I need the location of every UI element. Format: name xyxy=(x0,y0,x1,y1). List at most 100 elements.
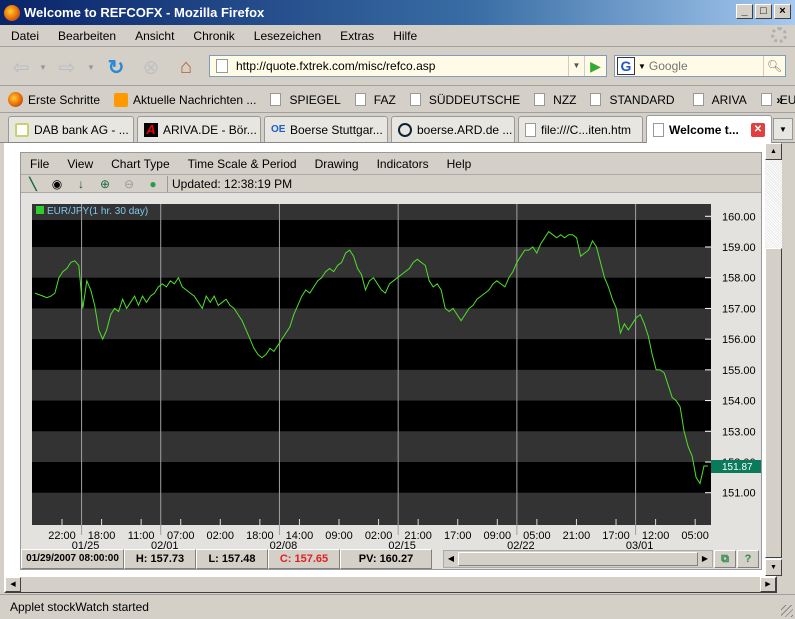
tab-welcome-refcofx[interactable]: Welcome t... ✕ xyxy=(646,115,772,143)
legend-swatch xyxy=(36,206,44,214)
page-icon xyxy=(760,93,772,106)
updated-time: Updated: 12:38:19 PM xyxy=(172,176,293,191)
search-input[interactable] xyxy=(648,59,763,73)
close-button[interactable]: × xyxy=(774,4,791,19)
live-status-icon: ● xyxy=(149,176,157,191)
tab-boerse-stuttgart[interactable]: OE Boerse Stuttgar... xyxy=(264,116,388,142)
bookmarks-overflow-button[interactable]: » xyxy=(776,93,783,107)
toolbar-separator xyxy=(167,175,168,192)
bookmark-spiegel[interactable]: SPIEGEL xyxy=(262,93,346,107)
navigation-toolbar: ⇦ ▼ ⇨ ▼ ↻ ⊗ ⌂ http://quote.fxtrek.com/mi… xyxy=(0,48,795,86)
page-horizontal-scrollbar[interactable]: ◀ ▶ xyxy=(4,576,777,593)
home-icon[interactable]: ⌂ xyxy=(173,55,199,79)
bookmark-label: STANDARD xyxy=(609,92,675,107)
bookmark-nachrichten[interactable]: Aktuelle Nachrichten ... xyxy=(106,92,262,107)
crosshair-icon[interactable]: ◉ xyxy=(45,177,69,191)
y-tick-label: 156.00 xyxy=(722,334,756,346)
menu-extras[interactable]: Extras xyxy=(329,29,382,43)
applet-menu-indicators[interactable]: Indicators xyxy=(368,157,438,171)
url-input[interactable]: http://quote.fxtrek.com/misc/refco.asp xyxy=(236,59,568,73)
y-tick-label: 154.00 xyxy=(722,396,756,408)
last-price-label: 151.87 xyxy=(722,462,753,473)
back-icon[interactable]: ⇦ xyxy=(8,55,34,79)
scroll-left-icon[interactable]: ◀ xyxy=(5,577,21,592)
google-engine-icon[interactable]: G xyxy=(617,57,635,75)
forward-history-dropdown[interactable]: ▼ xyxy=(84,55,98,79)
tab-close-icon[interactable]: ✕ xyxy=(751,122,765,137)
bookmark-label: SÜDDEUTSCHE xyxy=(428,92,521,107)
applet-menubar: File View Chart Type Time Scale & Period… xyxy=(21,153,761,175)
scroll-up-icon[interactable]: ▲ xyxy=(765,143,782,160)
scroll-down-icon[interactable]: ▼ xyxy=(765,559,782,576)
menu-lesezeichen[interactable]: Lesezeichen xyxy=(243,29,329,43)
applet-menu-drawing[interactable]: Drawing xyxy=(306,157,368,171)
bookmark-euwax[interactable]: EUWAX xyxy=(753,93,795,107)
menu-chronik[interactable]: Chronik xyxy=(182,29,242,43)
menu-hilfe[interactable]: Hilfe xyxy=(382,29,425,43)
zoom-out-icon[interactable]: ⊖ xyxy=(117,177,141,191)
applet-menu-help[interactable]: Help xyxy=(438,157,481,171)
applet-menu-time-scale[interactable]: Time Scale & Period xyxy=(179,157,306,171)
bar-pv: PV: 160.27 xyxy=(340,549,432,569)
stockwatch-applet: File View Chart Type Time Scale & Period… xyxy=(20,152,762,570)
page-icon xyxy=(692,93,704,106)
maximize-button[interactable]: □ xyxy=(755,4,772,19)
scroll-right-icon[interactable]: ▶ xyxy=(699,552,711,566)
applet-menu-file[interactable]: File xyxy=(21,157,58,171)
price-band xyxy=(32,431,711,462)
engine-dropdown[interactable]: ▼ xyxy=(638,62,646,71)
scroll-left-icon[interactable]: ◀ xyxy=(445,552,457,566)
status-bar: Applet stockWatch started xyxy=(0,594,795,619)
search-bar[interactable]: G ▼ 🔍︎ xyxy=(614,55,786,77)
ariva-favicon: A xyxy=(144,122,158,137)
minimize-button[interactable]: _ xyxy=(736,4,753,19)
menu-bearbeiten[interactable]: Bearbeiten xyxy=(47,29,124,43)
chart-horizontal-scrollbar[interactable]: ◀ ▶ xyxy=(443,550,713,568)
tab-list-dropdown[interactable]: ▼ xyxy=(773,118,793,140)
url-bar[interactable]: http://quote.fxtrek.com/misc/refco.asp ▼… xyxy=(209,55,607,77)
y-tick-label: 158.00 xyxy=(722,273,756,285)
bookmark-nzz[interactable]: NZZ xyxy=(526,93,582,107)
page-icon xyxy=(270,93,282,106)
price-chart[interactable]: 22:00 18:0001/2511:00 07:0002/0102:00 18:00… xyxy=(21,193,761,549)
menu-ansicht[interactable]: Ansicht xyxy=(124,29,182,43)
window-layout-icon[interactable]: ⧉ xyxy=(714,550,736,568)
back-history-dropdown[interactable]: ▼ xyxy=(36,55,50,79)
menu-datei[interactable]: Datei xyxy=(0,29,47,43)
applet-menu-chart-type[interactable]: Chart Type xyxy=(102,157,178,171)
rss-icon xyxy=(114,92,129,107)
bookmark-faz[interactable]: FAZ xyxy=(347,93,402,107)
scroll-right-icon[interactable]: ▶ xyxy=(760,577,776,592)
url-dropdown[interactable]: ▼ xyxy=(568,56,584,76)
zoom-in-icon[interactable]: ⊕ xyxy=(93,177,117,191)
tab-file[interactable]: file:///C...iten.htm xyxy=(518,116,643,142)
chart-scroll-thumb[interactable] xyxy=(458,552,698,566)
bookmark-ariva[interactable]: ARIVA xyxy=(685,93,753,107)
tab-dab-bank[interactable]: DAB bank AG - ... xyxy=(8,116,134,142)
tab-label: ARIVA.DE - Bör... xyxy=(163,122,257,137)
help-icon[interactable]: ? xyxy=(737,550,759,568)
applet-toolbar: ╲ ◉ ↓ ⊕ ⊖ ● Updated: 12:38:19 PM xyxy=(21,175,761,193)
status-text: Applet stockWatch started xyxy=(10,600,149,614)
applet-menu-view[interactable]: View xyxy=(58,157,102,171)
search-icon[interactable]: 🔍︎ xyxy=(763,56,785,76)
tab-ariva[interactable]: A ARIVA.DE - Bör... xyxy=(137,116,261,142)
vertical-scroll-thumb[interactable] xyxy=(765,248,782,558)
tab-boerse-ard[interactable]: boerse.ARD.de ... xyxy=(391,116,515,142)
bookmark-erste-schritte[interactable]: Erste Schritte xyxy=(0,92,106,107)
reload-icon[interactable]: ↻ xyxy=(103,55,129,79)
y-tick-label: 153.00 xyxy=(722,426,756,438)
go-icon[interactable]: ▶ xyxy=(584,56,606,76)
page-vertical-scrollbar[interactable]: ▲ ▼ xyxy=(765,143,782,576)
stop-icon[interactable]: ⊗ xyxy=(138,55,164,79)
bar-low: L: 157.48 xyxy=(196,549,268,569)
page-icon xyxy=(534,93,546,106)
draw-line-icon[interactable]: ╲ xyxy=(21,177,45,191)
y-tick-label: 160.00 xyxy=(722,211,756,223)
window-title: Welcome to REFCOFX - Mozilla Firefox xyxy=(24,5,265,20)
bookmark-standard[interactable]: STANDARD xyxy=(582,93,680,107)
forward-icon[interactable]: ⇨ xyxy=(54,55,80,79)
bookmark-sueddeutsche[interactable]: SÜDDEUTSCHE xyxy=(402,93,526,107)
resize-grip[interactable] xyxy=(781,605,793,617)
down-arrow-icon[interactable]: ↓ xyxy=(69,177,93,191)
